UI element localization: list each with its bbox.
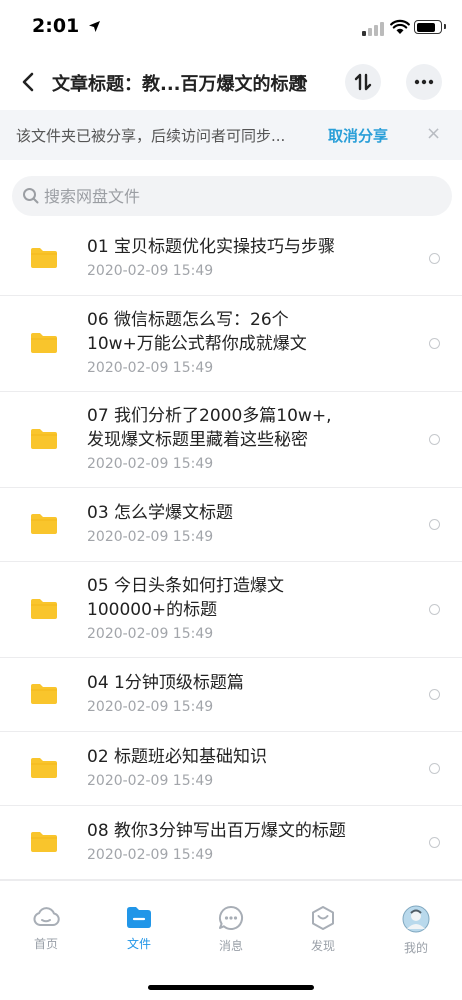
select-radio[interactable] [429,689,440,700]
avatar-icon [402,905,430,933]
tab-discover[interactable]: 发现 [293,905,353,954]
tab-discover-label: 发现 [310,939,335,953]
folder-icon [30,428,58,454]
file-list: 01 宝贝标题优化实操技巧与步骤 2020-02-09 15:49 06 微信标题怎… [0,222,462,880]
more-dots-icon [414,79,434,85]
folder-icon [30,332,58,358]
search-box[interactable] [12,176,452,216]
upload-icon [294,74,308,90]
folder-icon [30,598,58,624]
file-row[interactable]: 04 1分钟顶级标题篇 2020-02-09 15:49 [0,658,462,732]
signal-icon [362,22,384,36]
file-row[interactable]: 07 我们分析了2000多篇10w+, 发现爆文标题里藏着这些秘密 2020-02-… [0,392,462,488]
file-date: 2020-02-09 15:49 [87,263,214,279]
tab-bar: 首页 文件 消息 发现 我的 [0,880,462,1000]
discover-icon [312,906,334,930]
file-name: 02 标题班必知基础知识 [87,747,268,767]
more-button[interactable] [406,64,442,100]
file-row[interactable]: 03 怎么学爆文标题 2020-02-09 15:49 [0,488,462,562]
folder-icon [30,247,58,273]
location-arrow-icon [89,21,100,32]
folder-icon [30,513,58,539]
chat-icon [218,905,243,930]
file-row[interactable]: 01 宝贝标题优化实操技巧与步骤 2020-02-09 15:49 [0,222,462,296]
search-icon [23,188,39,204]
file-row[interactable]: 06 微信标题怎么写：26个 10w+万能公式帮你成就爆文 2020-02-09 1… [0,296,462,392]
file-name: 06 微信标题怎么写：26个 [87,310,289,330]
cloud-icon [33,907,60,926]
file-date: 2020-02-09 15:49 [87,360,214,376]
sort-icon [354,73,372,91]
file-row[interactable]: 05 今日头条如何打造爆文 100000+的标题 2020-02-09 15:49 [0,562,462,658]
select-radio[interactable] [429,338,440,349]
file-row[interactable]: 02 标题班必知基础知识 2020-02-09 15:49 [0,732,462,806]
select-radio[interactable] [429,837,440,848]
file-name: 01 宝贝标题优化实操技巧与步骤 [87,237,336,257]
folder-icon [127,907,151,928]
tab-home-label: 首页 [33,937,58,951]
chevron-left-icon [22,72,34,92]
file-name: 04 1分钟顶级标题篇 [87,673,244,693]
cancel-share-link[interactable]: 取消分享 [328,125,388,146]
file-date: 2020-02-09 15:49 [87,456,214,472]
wifi-icon [390,19,410,34]
home-indicator [148,985,314,990]
file-name-line2: 100000+的标题 [87,600,218,620]
folder-icon [30,757,58,783]
select-radio[interactable] [429,604,440,615]
folder-icon [30,831,58,857]
select-radio[interactable] [429,253,440,264]
upload-button[interactable] [283,64,319,100]
file-date: 2020-02-09 15:49 [87,626,214,642]
tab-files-label: 文件 [126,937,151,951]
folder-icon [30,683,58,709]
tab-home[interactable]: 首页 [16,905,76,952]
sort-button[interactable] [345,64,381,100]
select-radio[interactable] [429,519,440,530]
close-banner-button[interactable]: × [426,123,441,144]
status-bar: 2:01 [0,0,462,54]
battery-icon [414,20,446,34]
page-title: 文章标题：教...百万爆文的标题 [52,74,307,95]
tab-messages-label: 消息 [218,939,243,953]
tab-messages[interactable]: 消息 [201,905,261,954]
select-radio[interactable] [429,434,440,445]
file-name: 05 今日头条如何打造爆文 [87,576,285,596]
tab-files[interactable]: 文件 [109,905,169,952]
file-name-line2: 发现爆文标题里藏着这些秘密 [87,430,308,450]
file-date: 2020-02-09 15:49 [87,699,214,715]
file-date: 2020-02-09 15:49 [87,529,214,545]
file-row[interactable]: 08 教你3分钟写出百万爆文的标题 2020-02-09 15:49 [0,806,462,880]
tab-profile[interactable]: 我的 [386,905,446,956]
file-name: 03 怎么学爆文标题 [87,503,234,523]
file-date: 2020-02-09 15:49 [87,773,214,789]
file-name: 08 教你3分钟写出百万爆文的标题 [87,821,346,841]
select-radio[interactable] [429,763,440,774]
nav-bar: 文章标题：教...百万爆文的标题 [0,54,462,110]
tab-profile-label: 我的 [403,941,428,955]
back-button[interactable] [14,68,42,96]
file-name-line2: 10w+万能公式帮你成就爆文 [87,334,307,354]
file-name: 07 我们分析了2000多篇10w+, [87,406,332,426]
file-date: 2020-02-09 15:49 [87,847,214,863]
search-input[interactable] [44,176,434,216]
status-time: 2:01 [32,15,80,37]
share-notice-text: 该文件夹已被分享，后续访问者可同步... [16,127,286,145]
share-banner: 该文件夹已被分享，后续访问者可同步... 取消分享 × [0,110,462,160]
